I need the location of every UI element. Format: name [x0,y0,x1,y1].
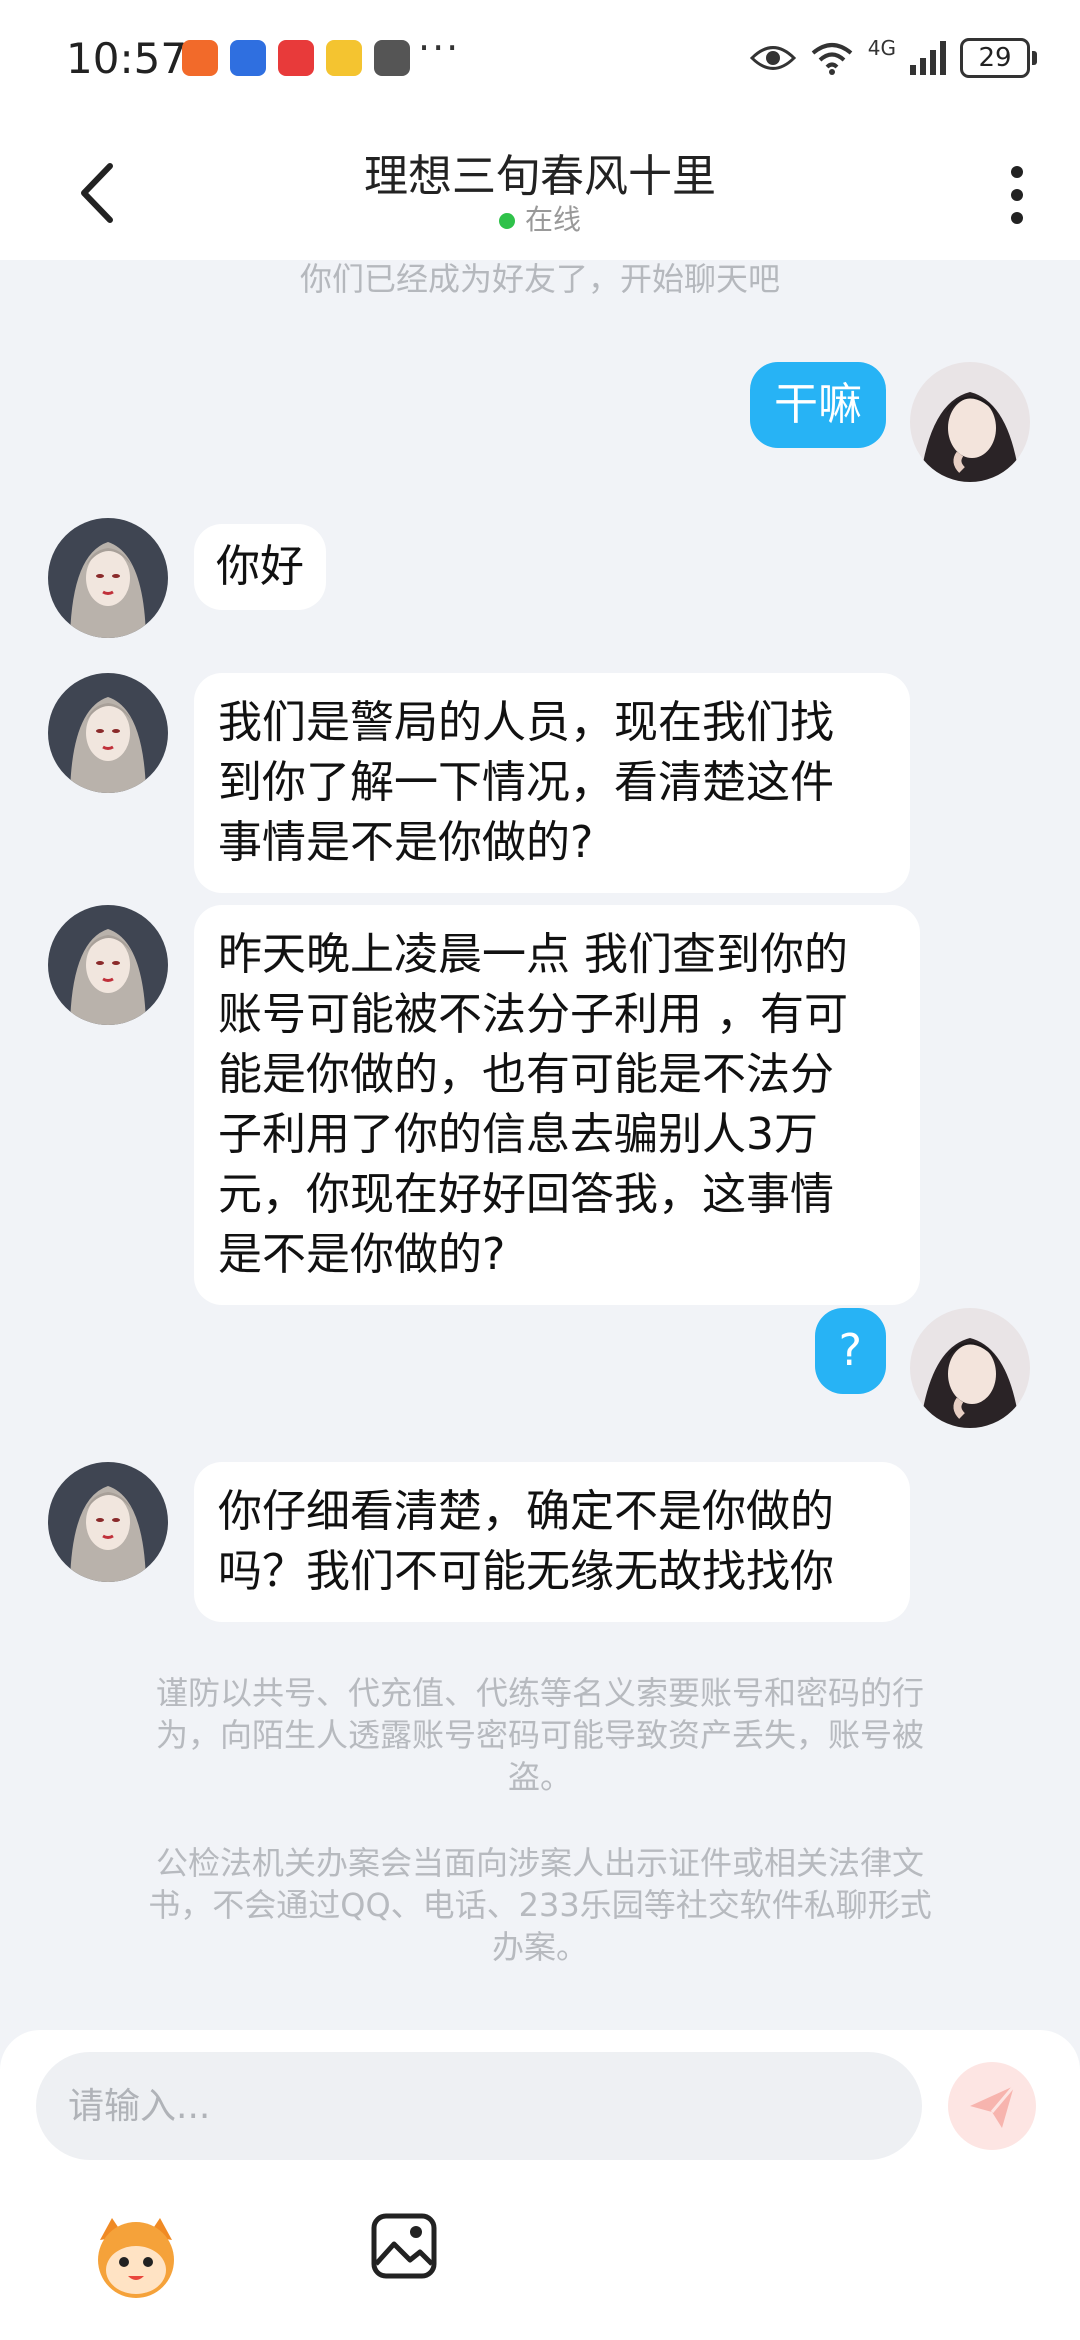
signal-icon [910,41,946,75]
message-bubble-incoming[interactable]: 你仔细看清楚，确定不是你做的 吗？我们不可能无缘无故找找你 [194,1462,910,1622]
message-line: 事情是不是你做的? [218,817,594,868]
safety-notice: 谨防以共号、代充值、代练等名义索要账号和密码的行 为，向陌生人透露账号密码可能导… [100,1672,980,1798]
message-line: 我们是警局的人员，现在我们找 [218,697,834,748]
message-line: 吗？我们不可能无缘无故找找你 [218,1546,834,1597]
message-line: 你仔细看清楚，确定不是你做的 [218,1486,834,1537]
status-time: 10:57 [66,34,188,83]
send-button[interactable] [948,2062,1036,2150]
safety-notice: 公检法机关办案会当面向涉案人出示证件或相关法律文 书，不会通过QQ、电话、233… [100,1842,980,1968]
eye-icon [749,46,796,70]
online-status: 在线 [0,198,1080,238]
contact-avatar[interactable] [48,905,168,1025]
app-notification-icon [278,40,314,76]
message-line: 子利用了你的信息去骗别人3万 [218,1109,818,1160]
wifi-icon [811,43,853,75]
contact-name: 理想三旬春风十里 [364,151,716,202]
message-line: 昨天晚上凌晨一点 我们查到你的 [218,929,848,980]
notice-line: 办案。 [491,1928,588,1966]
my-avatar[interactable] [910,1308,1030,1428]
message-bubble-outgoing[interactable]: 干嘛 [750,362,886,448]
system-message: 你们已经成为好友了，开始聊天吧 [299,260,780,298]
notice-line: 谨防以共号、代充值、代练等名义索要账号和密码的行 [155,1674,924,1712]
app-notification-icon [326,40,362,76]
contact-avatar[interactable] [48,673,168,793]
my-avatar[interactable] [910,362,1030,482]
more-notifications-icon: ··· [418,26,461,70]
message-line: 能是你做的，也有可能是不法分 [218,1049,834,1100]
online-status-label: 在线 [524,203,581,236]
app-notification-icon [182,40,218,76]
emoji-button[interactable] [90,2210,182,2302]
app-notification-icon [374,40,410,76]
message-line: 元，你现在好好回答我，这事情 [218,1169,834,1220]
send-icon [970,2085,1016,2128]
battery-icon: 29 [960,38,1037,78]
mascot-emoji-icon [98,2218,174,2298]
message-bubble-outgoing[interactable]: ? [814,1308,886,1394]
message-bubble-incoming[interactable]: 我们是警局的人员，现在我们找 到你了解一下情况，看清楚这件 事情是不是你做的? [194,673,910,893]
more-menu-button[interactable] [1002,160,1032,230]
app-notification-icon [230,40,266,76]
message-line: 到你了解一下情况，看清楚这件 [218,757,834,808]
notice-line: 为，向陌生人透露账号密码可能导致资产丢失，账号被 [155,1716,924,1754]
message-line: 账号可能被不法分子利用 ，有可 [218,989,848,1040]
notification-icons [182,40,410,76]
system-icons: 4G 29 [749,36,1037,78]
network-type: 4G [867,36,896,60]
chat-header: 理想三旬春风十里 在线 [0,120,1080,260]
status-bar: 10:57 ··· 4G 29 [0,0,1080,120]
notice-line: 盗。 [507,1758,572,1796]
contact-avatar[interactable] [48,1462,168,1582]
input-area [0,2030,1080,2340]
notice-line: 公检法机关办案会当面向涉案人出示证件或相关法律文 [155,1844,924,1882]
message-bubble-incoming[interactable]: 昨天晚上凌晨一点 我们查到你的 账号可能被不法分子利用 ，有可 能是你做的，也有… [194,905,920,1305]
message-line: 是不是你做的? [218,1229,506,1280]
message-bubble-incoming[interactable]: 你好 [194,524,326,610]
notice-line: 书，不会通过QQ、电话、233乐园等社交软件私聊形式 [148,1886,932,1924]
message-input[interactable] [36,2052,922,2160]
online-dot-icon [498,213,515,229]
image-picker-icon[interactable] [370,2212,438,2280]
contact-avatar[interactable] [48,518,168,638]
